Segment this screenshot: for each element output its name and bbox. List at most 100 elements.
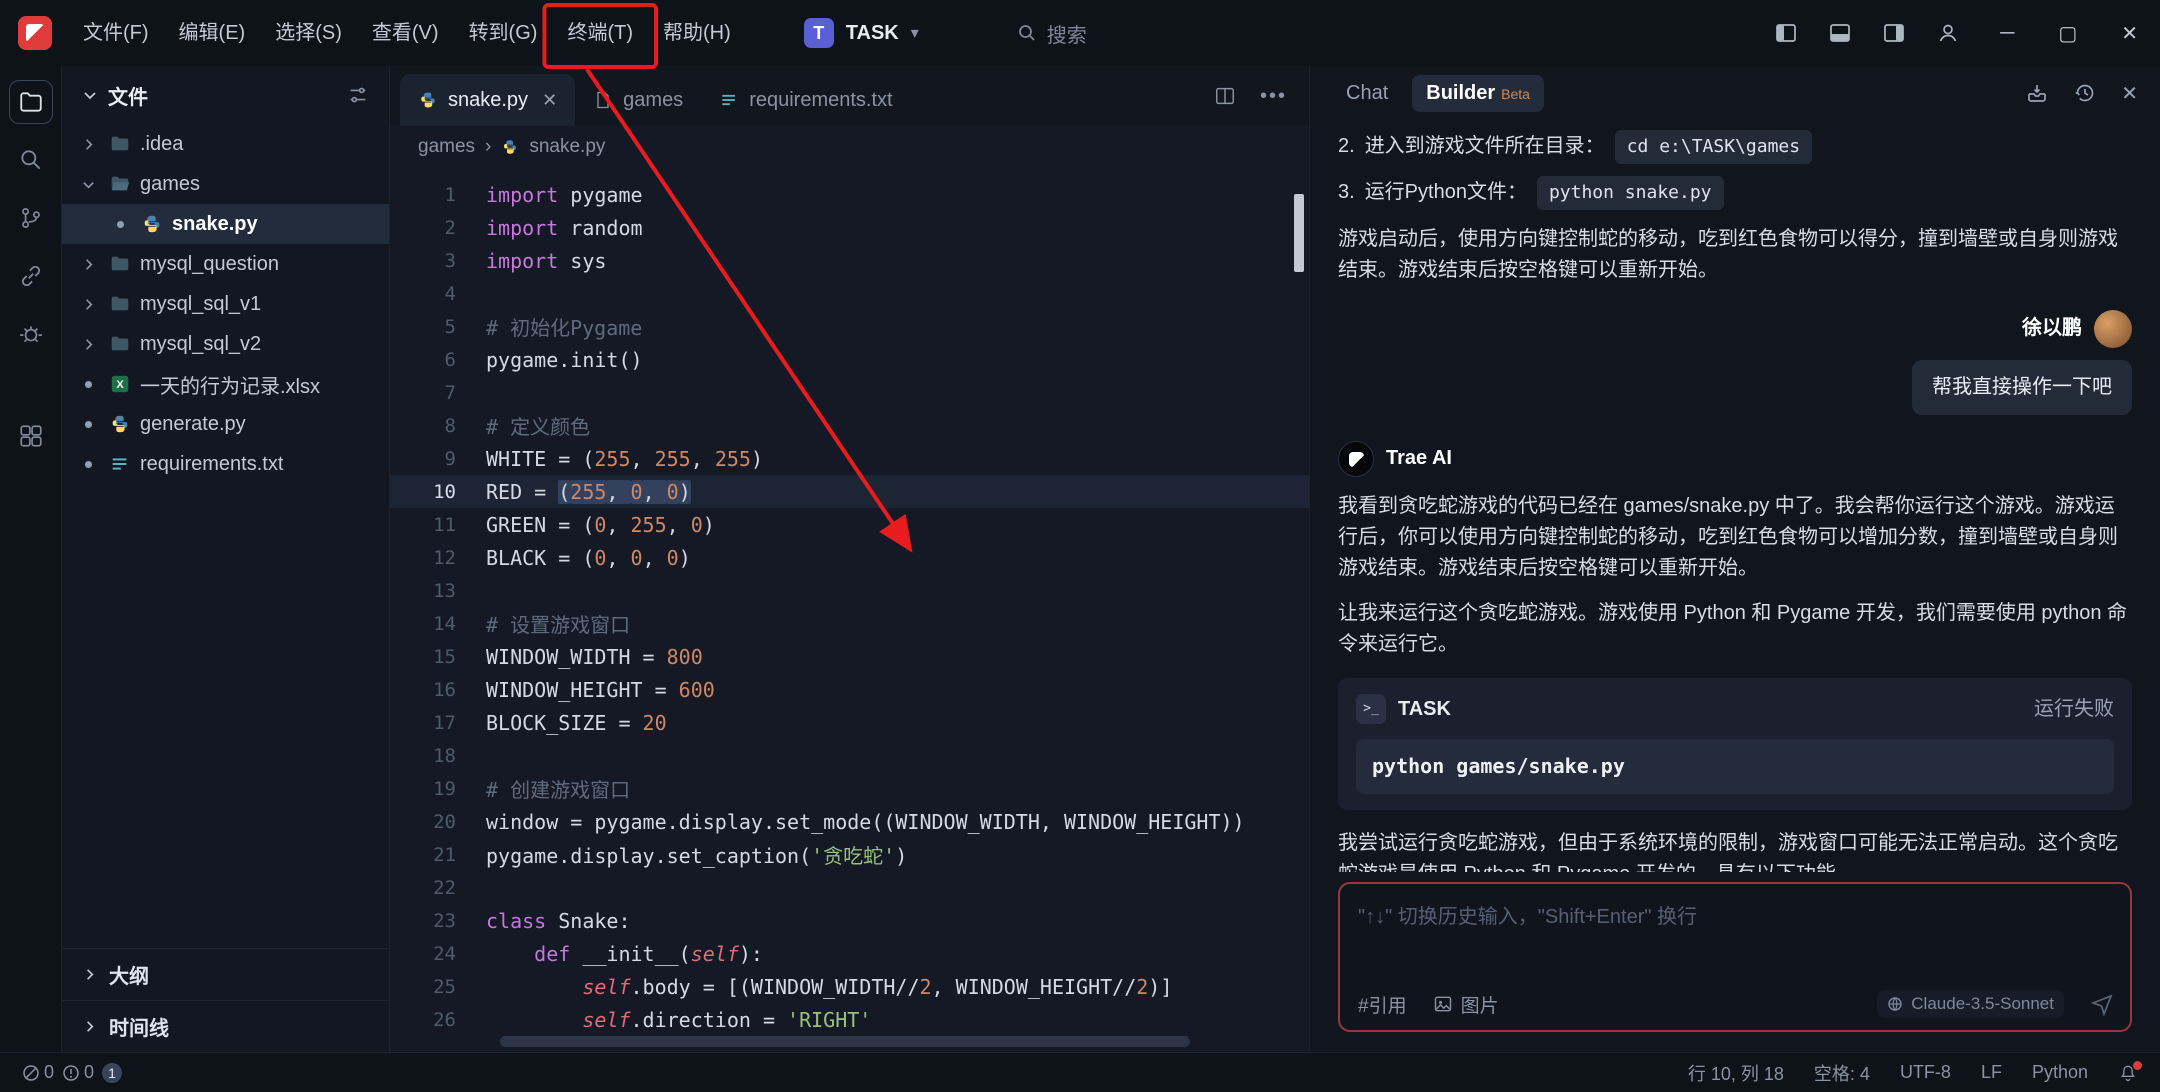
extensions-icon[interactable]: [9, 414, 53, 458]
code-line[interactable]: 1import pygame: [390, 178, 1309, 211]
more-actions-icon[interactable]: •••: [1260, 85, 1287, 108]
toggle-left-panel-icon[interactable]: [1774, 21, 1798, 45]
code-line[interactable]: 7: [390, 376, 1309, 409]
toggle-bottom-panel-icon[interactable]: [1828, 21, 1852, 45]
code-line[interactable]: 3import sys: [390, 244, 1309, 277]
code-editor[interactable]: 1import pygame2import random3import sys4…: [390, 168, 1309, 1052]
code-line[interactable]: 25 self.body = [(WINDOW_WIDTH//2, WINDOW…: [390, 970, 1309, 1003]
search-sidebar-icon[interactable]: [9, 138, 53, 182]
task-command[interactable]: python games/snake.py: [1356, 739, 2114, 794]
code-line[interactable]: 22: [390, 871, 1309, 904]
tab-chat[interactable]: Chat: [1332, 75, 1402, 112]
menu-file[interactable]: 文件(F): [68, 11, 164, 55]
tree-item-mysql-sql-v2[interactable]: mysql_sql_v2: [62, 324, 389, 364]
tree-item-xlsx[interactable]: X 一天的行为记录.xlsx: [62, 364, 389, 404]
breadcrumb-file[interactable]: snake.py: [529, 136, 605, 158]
problems-indicator[interactable]: 0 0 1: [22, 1062, 122, 1083]
split-editor-icon[interactable]: [1214, 85, 1236, 107]
outline-section[interactable]: 大纲: [62, 948, 389, 1000]
tree-item-requirements-txt[interactable]: requirements.txt: [62, 444, 389, 484]
menu-edit[interactable]: 编辑(E): [164, 11, 261, 55]
code-line[interactable]: 6pygame.init(): [390, 343, 1309, 376]
code-line[interactable]: 4: [390, 277, 1309, 310]
image-button[interactable]: 图片: [1433, 991, 1499, 1018]
tab-requirements-txt[interactable]: requirements.txt: [701, 74, 910, 126]
language-mode[interactable]: Python: [2032, 1062, 2088, 1083]
filter-settings-icon[interactable]: [347, 84, 369, 106]
code-line[interactable]: 16WINDOW_HEIGHT = 600: [390, 673, 1309, 706]
chevron-down-icon[interactable]: [82, 87, 98, 103]
menu-help[interactable]: 帮助(H): [648, 11, 746, 55]
tree-item-games[interactable]: games: [62, 164, 389, 204]
account-icon[interactable]: [1936, 21, 1960, 45]
code-line[interactable]: 19# 创建游戏窗口: [390, 772, 1309, 805]
tab-games[interactable]: games: [575, 74, 701, 126]
model-selector[interactable]: Claude-3.5-Sonnet: [1877, 990, 2064, 1018]
code-line[interactable]: 2import random: [390, 211, 1309, 244]
menu-go[interactable]: 转到(G): [454, 11, 553, 55]
code-line[interactable]: 17BLOCK_SIZE = 20: [390, 706, 1309, 739]
notifications-bell[interactable]: [2118, 1063, 2138, 1083]
remote-link-icon[interactable]: [9, 254, 53, 298]
indentation-setting[interactable]: 空格: 4: [1814, 1060, 1870, 1086]
code-line[interactable]: 5# 初始化Pygame: [390, 310, 1309, 343]
source-control-icon[interactable]: [9, 196, 53, 240]
menu-selection[interactable]: 选择(S): [260, 11, 357, 55]
code-line[interactable]: 8# 定义颜色: [390, 409, 1309, 442]
breadcrumb-folder[interactable]: games: [418, 136, 475, 158]
reference-button[interactable]: #引用: [1358, 991, 1407, 1018]
code-line[interactable]: 18: [390, 739, 1309, 772]
code-line[interactable]: 12BLACK = (0, 0, 0): [390, 541, 1309, 574]
code-text: window = pygame.display.set_mode((WINDOW…: [486, 810, 1245, 834]
code-line[interactable]: 20window = pygame.display.set_mode((WIND…: [390, 805, 1309, 838]
code-line[interactable]: 24 def __init__(self):: [390, 937, 1309, 970]
inline-code[interactable]: cd e:\TASK\games: [1615, 130, 1812, 164]
tab-snake-py[interactable]: snake.py ✕: [400, 74, 575, 126]
tree-item-idea[interactable]: .idea: [62, 124, 389, 164]
project-selector[interactable]: T TASK ▾: [792, 12, 931, 54]
task-run-card[interactable]: >_ TASK 运行失败 python games/snake.py: [1338, 678, 2132, 810]
notification-dot: [2133, 1061, 2142, 1070]
close-panel-icon[interactable]: ✕: [2121, 81, 2138, 106]
code-line[interactable]: 9WHITE = (255, 255, 255): [390, 442, 1309, 475]
history-icon[interactable]: [2073, 81, 2097, 105]
menu-terminal[interactable]: 终端(T): [552, 11, 648, 55]
python-file-icon: [501, 138, 519, 156]
code-line[interactable]: 14# 设置游戏窗口: [390, 607, 1309, 640]
code-line[interactable]: 13: [390, 574, 1309, 607]
file-icon: [593, 90, 613, 110]
code-line[interactable]: 23class Snake:: [390, 904, 1309, 937]
tree-item-mysql-question[interactable]: mysql_question: [62, 244, 389, 284]
code-line[interactable]: 15WINDOW_WIDTH = 800: [390, 640, 1309, 673]
chat-input-box[interactable]: "↑↓" 切换历史输入，"Shift+Enter" 换行 #引用 图片 Clau…: [1338, 882, 2132, 1032]
global-search[interactable]: 搜索: [1017, 19, 1087, 48]
code-line[interactable]: 21pygame.display.set_caption('贪吃蛇'): [390, 838, 1309, 871]
explorer-icon[interactable]: [9, 80, 53, 124]
text-file-icon: [719, 90, 739, 110]
cursor-position[interactable]: 行 10, 列 18: [1688, 1060, 1784, 1086]
chevron-down-icon: ▾: [911, 23, 919, 43]
menu-view[interactable]: 查看(V): [357, 11, 454, 55]
import-chat-icon[interactable]: [2025, 81, 2049, 105]
trae-logo-icon: [18, 16, 52, 50]
encoding[interactable]: UTF-8: [1900, 1062, 1951, 1083]
code-line[interactable]: 10RED = (255, 0, 0): [390, 475, 1309, 508]
minimize-button[interactable]: ─: [2000, 22, 2014, 45]
eol-setting[interactable]: LF: [1981, 1062, 2002, 1083]
send-icon[interactable]: [2090, 992, 2114, 1016]
inline-code[interactable]: python snake.py: [1537, 176, 1724, 210]
code-line[interactable]: 26 self.direction = 'RIGHT': [390, 1003, 1309, 1036]
vertical-scrollbar-thumb[interactable]: [1294, 194, 1304, 272]
close-tab-icon[interactable]: ✕: [542, 90, 557, 111]
tab-builder[interactable]: BuilderBeta: [1412, 75, 1544, 112]
horizontal-scrollbar-thumb[interactable]: [500, 1036, 1190, 1047]
debug-icon[interactable]: [9, 312, 53, 356]
tree-item-snake-py[interactable]: snake.py: [62, 204, 389, 244]
toggle-right-panel-icon[interactable]: [1882, 21, 1906, 45]
code-line[interactable]: 11GREEN = (0, 255, 0): [390, 508, 1309, 541]
timeline-section[interactable]: 时间线: [62, 1000, 389, 1052]
tree-item-mysql-sql-v1[interactable]: mysql_sql_v1: [62, 284, 389, 324]
tree-item-generate-py[interactable]: generate.py: [62, 404, 389, 444]
maximize-button[interactable]: ▢: [2058, 21, 2077, 46]
close-button[interactable]: ✕: [2121, 21, 2138, 46]
